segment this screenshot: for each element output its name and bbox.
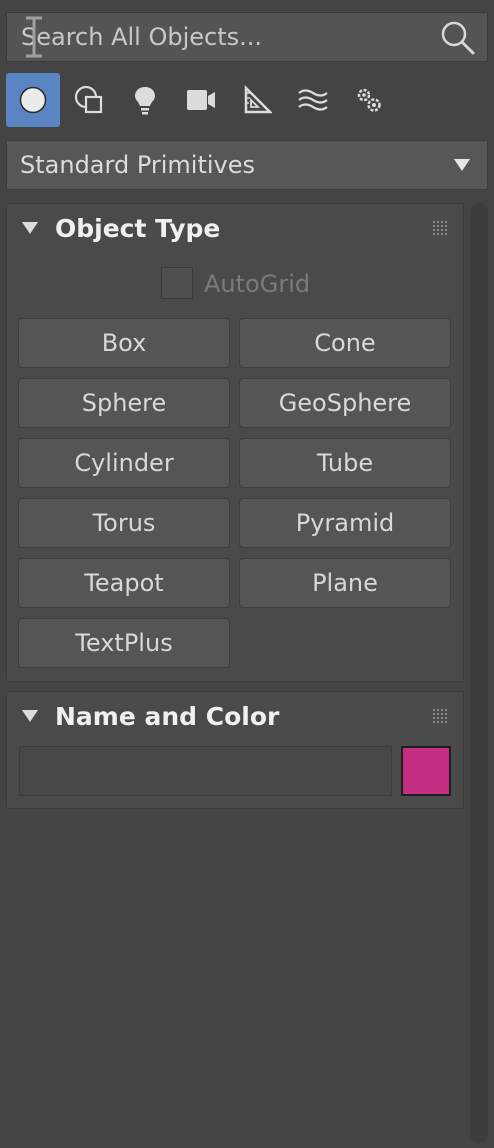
rollout-title: Name and Color: [55, 702, 280, 731]
tab-shapes[interactable]: [62, 73, 116, 127]
autogrid-checkbox[interactable]: [161, 267, 193, 299]
drag-grip-icon[interactable]: [433, 221, 447, 235]
helper-ruler-icon: [244, 85, 272, 114]
cone-button[interactable]: Cone: [239, 318, 451, 368]
tube-button[interactable]: Tube: [239, 438, 451, 488]
scrollbar[interactable]: [470, 203, 488, 1143]
shapes-icon: [74, 85, 103, 114]
light-bulb-icon: [135, 87, 155, 115]
sphere-button[interactable]: Sphere: [18, 378, 230, 428]
tab-helpers[interactable]: [230, 73, 284, 127]
object-type-header[interactable]: Object Type: [7, 204, 463, 254]
systems-gears-icon: [357, 88, 381, 112]
cylinder-button[interactable]: Cylinder: [18, 438, 230, 488]
search-bar: [6, 12, 488, 62]
tab-lights[interactable]: [118, 73, 172, 127]
plane-button[interactable]: Plane: [239, 558, 451, 608]
sphere-icon: [19, 86, 47, 114]
teapot-button[interactable]: Teapot: [18, 558, 230, 608]
space-warp-icon: [298, 89, 328, 111]
tab-systems[interactable]: [342, 73, 396, 127]
object-color-swatch[interactable]: [401, 746, 451, 796]
torus-button[interactable]: Torus: [18, 498, 230, 548]
tab-space-warps[interactable]: [286, 73, 340, 127]
object-name-field[interactable]: [19, 746, 392, 796]
name-and-color-rollout: Name and Color: [6, 691, 464, 809]
camera-icon: [187, 90, 215, 110]
category-tabs: [6, 73, 488, 127]
search-icon[interactable]: [439, 19, 477, 57]
chevron-down-icon: [454, 159, 470, 171]
collapse-triangle-icon[interactable]: [22, 710, 38, 722]
tab-cameras[interactable]: [174, 73, 228, 127]
pyramid-button[interactable]: Pyramid: [239, 498, 451, 548]
category-dropdown[interactable]: Standard Primitives: [6, 140, 488, 190]
geosphere-button[interactable]: GeoSphere: [239, 378, 451, 428]
create-panel: Standard Primitives Object Type AutoGrid: [0, 0, 494, 1148]
search-input[interactable]: [7, 13, 441, 61]
autogrid-label: AutoGrid: [204, 270, 311, 298]
object-type-rollout: Object Type AutoGrid Box Cone Sphere Geo…: [6, 203, 464, 682]
drag-grip-icon[interactable]: [433, 709, 447, 723]
category-dropdown-value: Standard Primitives: [20, 151, 255, 179]
text-cursor-icon: [26, 16, 42, 58]
tab-geometry[interactable]: [6, 73, 60, 127]
rollout-title: Object Type: [55, 214, 221, 243]
collapse-triangle-icon[interactable]: [22, 222, 38, 234]
box-button[interactable]: Box: [18, 318, 230, 368]
name-and-color-header[interactable]: Name and Color: [7, 692, 463, 742]
textplus-button[interactable]: TextPlus: [18, 618, 230, 668]
